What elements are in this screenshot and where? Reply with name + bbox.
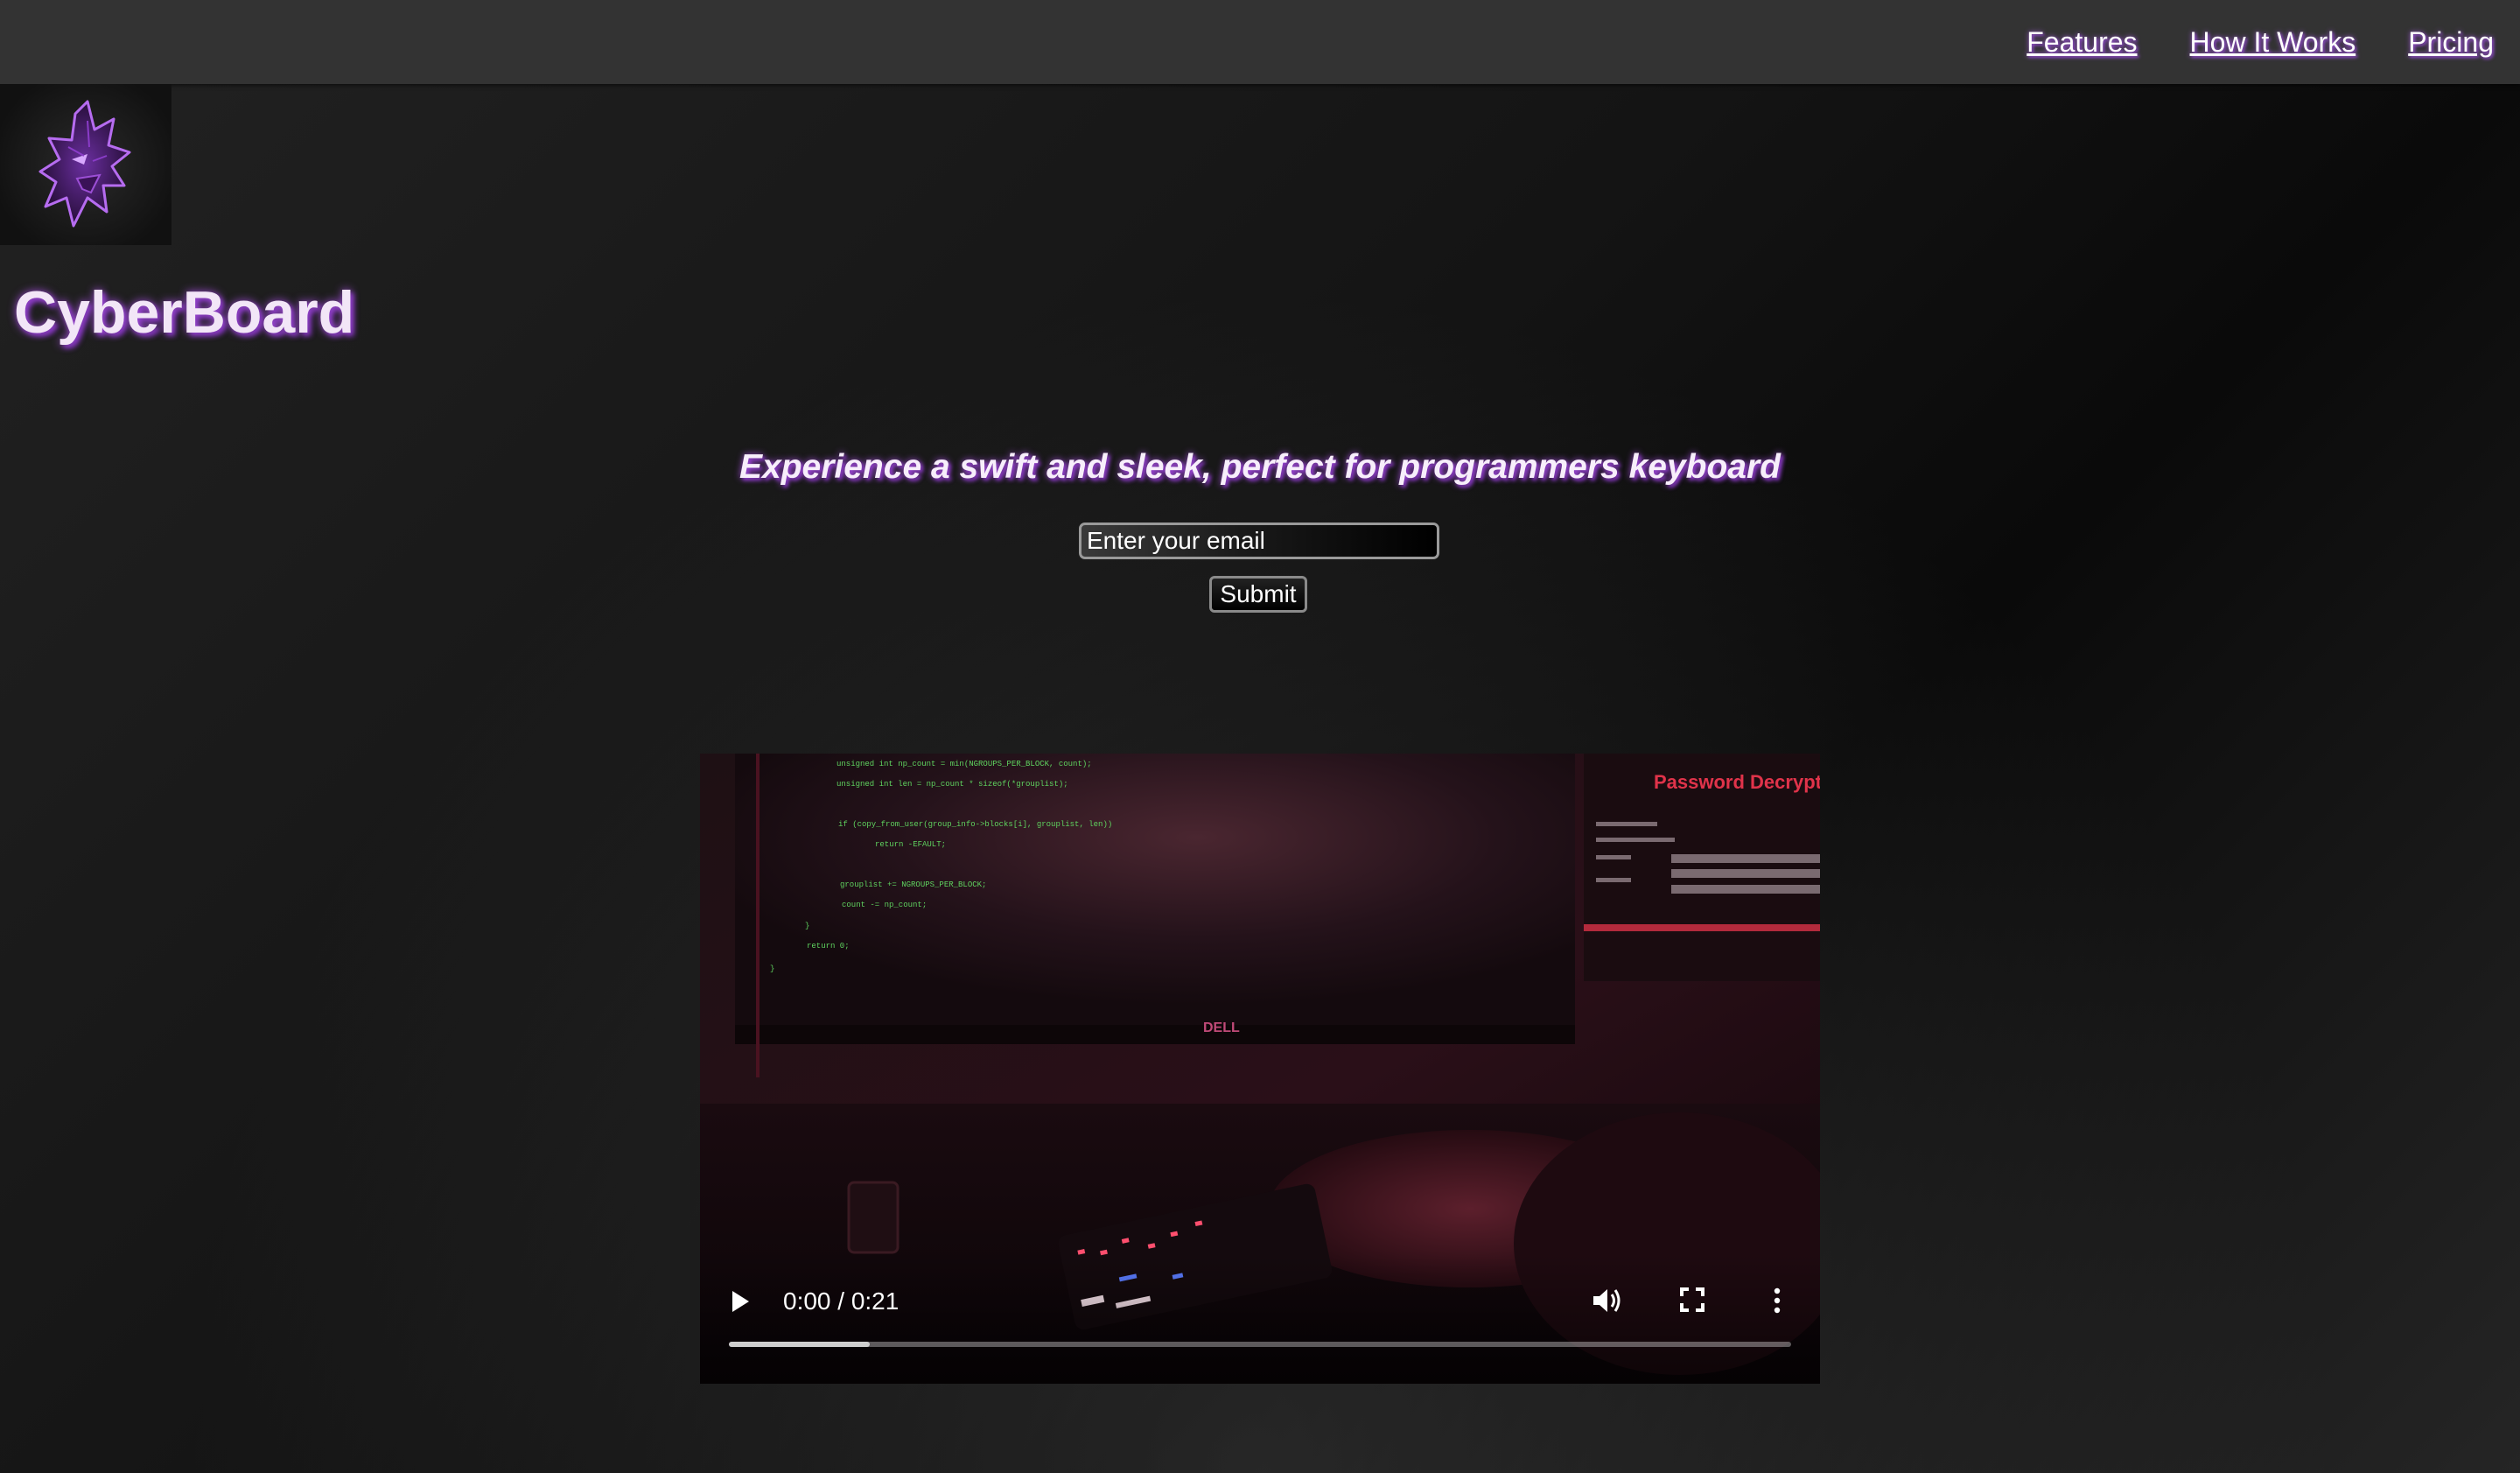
fullscreen-icon[interactable]: [1680, 1287, 1704, 1312]
screen-title-label: Password Decrypt: [1654, 771, 1820, 793]
email-field[interactable]: [1079, 523, 1439, 559]
brand-title: CyberBoard: [14, 279, 355, 346]
svg-text:unsigned int len = np_count *: unsigned int len = np_count * sizeof(*gr…: [836, 780, 1068, 789]
play-icon[interactable]: [730, 1289, 751, 1314]
monitor-brand-label: DELL: [1203, 1021, 1240, 1035]
video-buffered-fill: [729, 1342, 871, 1347]
video-player[interactable]: DELL unsigned int np_count = min(NGROUPS…: [700, 754, 1820, 1384]
main-nav: Features How It Works Pricing: [2026, 0, 2494, 84]
svg-text:if (copy_from_user(group_info-: if (copy_from_user(group_info->blocks[i]…: [838, 820, 1112, 829]
monitor-screen: [735, 754, 1575, 1034]
more-options-icon[interactable]: [1773, 1287, 1782, 1314]
svg-text:unsigned int np_count = min(NG: unsigned int np_count = min(NGROUPS_PER_…: [836, 760, 1092, 768]
video-progress-bar[interactable]: [729, 1342, 1791, 1347]
svg-text:return 0;: return 0;: [807, 942, 850, 950]
nav-link-how-it-works[interactable]: How It Works: [2190, 26, 2356, 59]
svg-text:}: }: [805, 922, 809, 930]
video-controls: 0:00 / 0:21: [700, 1252, 1820, 1384]
nav-link-features[interactable]: Features: [2026, 26, 2137, 59]
time-display: 0:00 / 0:21: [783, 1287, 900, 1315]
submit-button[interactable]: Submit: [1209, 576, 1307, 613]
volume-icon[interactable]: [1592, 1287, 1623, 1315]
svg-text:count -= np_count;: count -= np_count;: [842, 901, 927, 909]
mug: [847, 1181, 900, 1254]
svg-text:}: }: [770, 964, 774, 973]
hero-tagline: Experience a swift and sleek, perfect fo…: [739, 448, 1781, 486]
wolf-logo-icon: [38, 100, 131, 228]
svg-text:return -EFAULT;: return -EFAULT;: [875, 840, 946, 849]
top-nav-bar: Features How It Works Pricing: [0, 0, 2520, 84]
svg-text:grouplist += NGROUPS_PER_BLOCK: grouplist += NGROUPS_PER_BLOCK;: [840, 880, 986, 889]
logo: [0, 84, 172, 245]
nav-link-pricing[interactable]: Pricing: [2408, 26, 2494, 59]
